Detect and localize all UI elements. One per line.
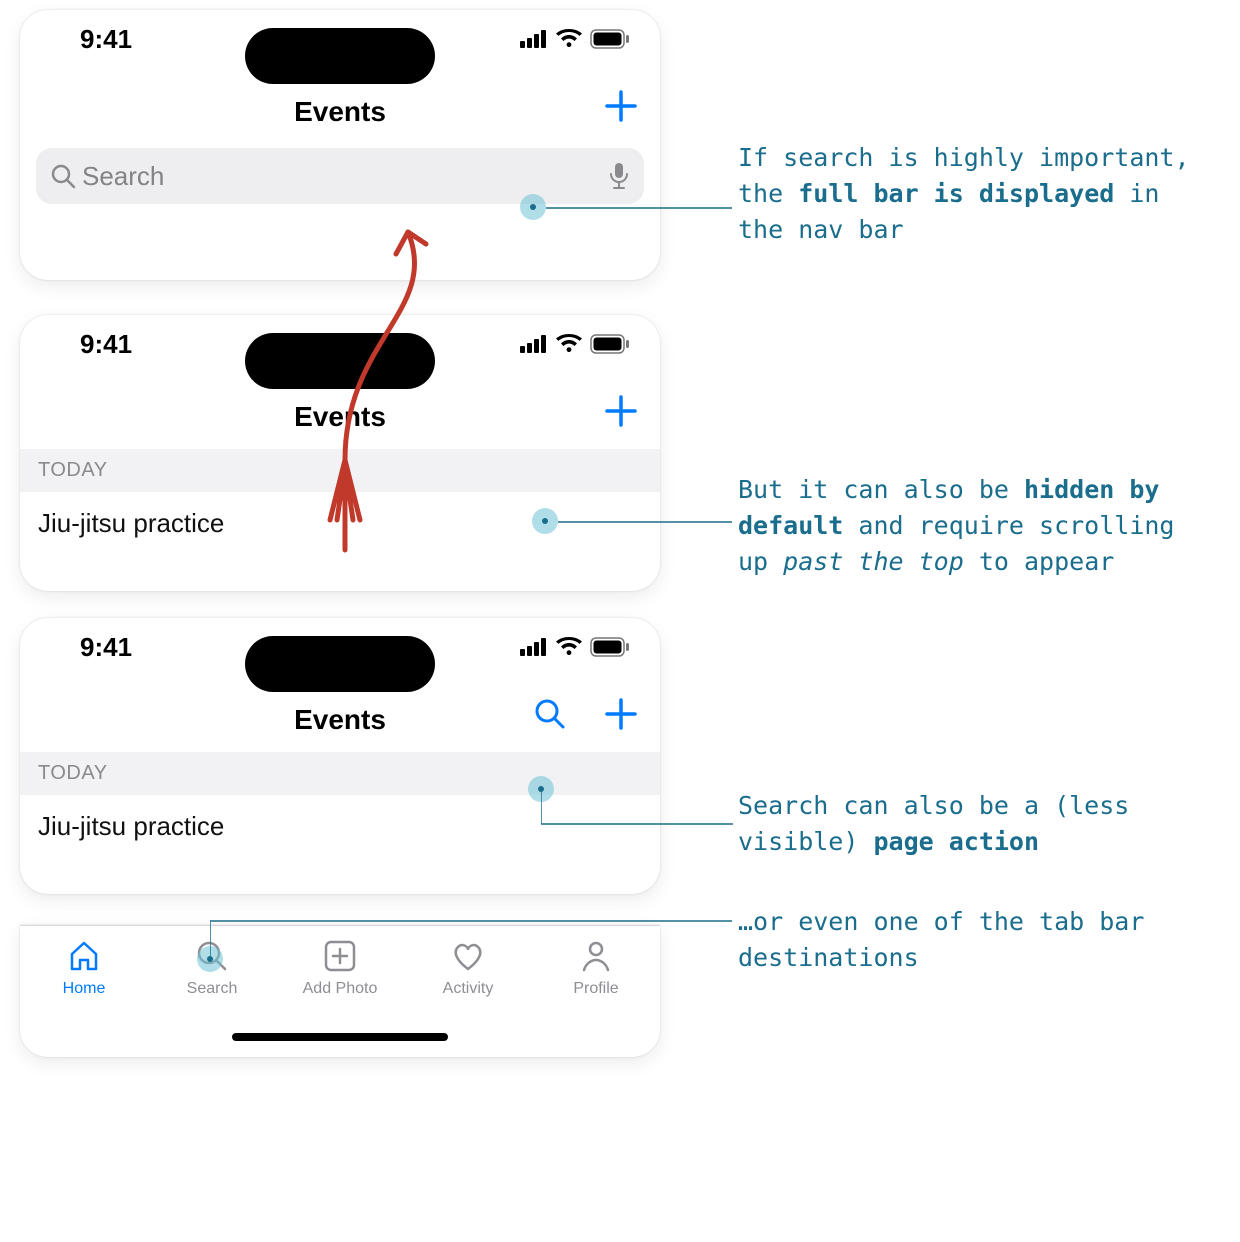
page-title: Events	[294, 704, 386, 736]
search-icon	[50, 163, 76, 189]
tab-label: Profile	[573, 980, 618, 998]
tab-label: Home	[63, 980, 106, 998]
status-icons	[520, 334, 630, 354]
plus-icon	[604, 697, 638, 731]
add-button[interactable]	[604, 394, 638, 428]
annotation-leader	[541, 789, 733, 827]
cellular-icon	[520, 335, 548, 353]
search-placeholder: Search	[76, 161, 608, 192]
nav-bar: Events	[20, 676, 660, 752]
tab-label: Search	[187, 980, 238, 998]
cellular-icon	[520, 638, 548, 656]
annotation-marker	[520, 194, 546, 220]
annotation-leader	[546, 207, 732, 209]
microphone-icon[interactable]	[608, 162, 630, 190]
battery-icon	[590, 637, 630, 657]
status-bar: 9:41	[20, 618, 660, 676]
add-button[interactable]	[604, 697, 638, 731]
plus-icon	[604, 89, 638, 123]
search-field[interactable]: Search	[36, 148, 644, 204]
nav-bar: Events	[20, 68, 660, 144]
gesture-arrow	[310, 220, 450, 560]
battery-icon	[590, 29, 630, 49]
annotation-leader	[558, 521, 732, 523]
status-bar: 9:41	[20, 10, 660, 68]
home-icon	[66, 938, 102, 974]
tab-label: Activity	[443, 980, 494, 998]
search-icon	[534, 698, 566, 730]
annotation-text: But it can also be hidden by default and…	[738, 472, 1218, 580]
wifi-icon	[556, 29, 582, 49]
status-icons	[520, 637, 630, 657]
annotation-text: If search is highly important, the full …	[738, 140, 1218, 248]
annotation-leader	[210, 918, 732, 960]
status-time: 9:41	[80, 24, 132, 55]
status-time: 9:41	[80, 329, 132, 360]
home-indicator	[232, 1033, 448, 1041]
tab-label: Add Photo	[303, 980, 378, 998]
phone-mock-page-action: 9:41 Events TODAY Jiu-jitsu practice	[20, 618, 660, 894]
wifi-icon	[556, 637, 582, 657]
wifi-icon	[556, 334, 582, 354]
annotation-marker	[532, 508, 558, 534]
add-button[interactable]	[604, 89, 638, 123]
status-time: 9:41	[80, 632, 132, 663]
annotation-text: Search can also be a (less visible) page…	[738, 788, 1218, 860]
plus-icon	[604, 394, 638, 428]
search-action-button[interactable]	[534, 698, 566, 730]
tab-home[interactable]: Home	[20, 938, 148, 1055]
cellular-icon	[520, 30, 548, 48]
status-icons	[520, 29, 630, 49]
page-title: Events	[294, 96, 386, 128]
annotation-text: …or even one of the tab bar destinations	[738, 904, 1218, 976]
battery-icon	[590, 334, 630, 354]
